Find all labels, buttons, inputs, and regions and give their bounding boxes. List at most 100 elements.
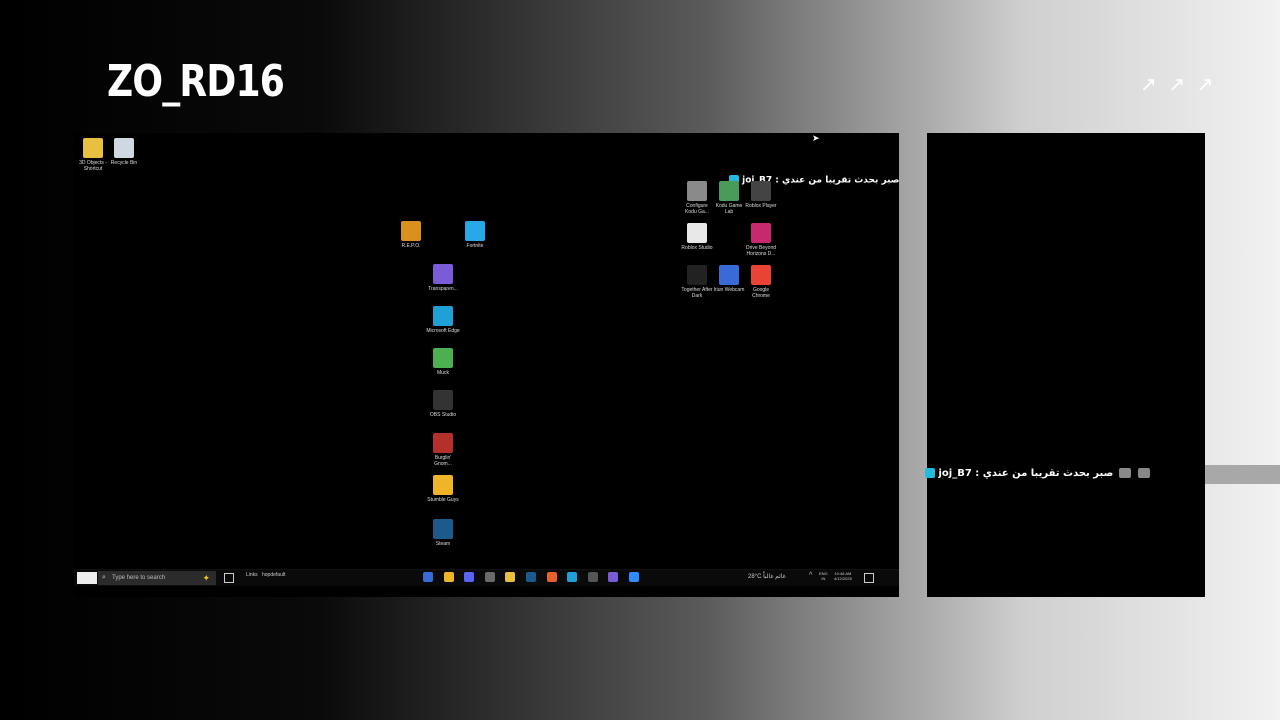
folder-icon [83,138,103,158]
desktop-shortcut[interactable]: Drive Beyond Horizons D... [744,223,778,257]
desktop-shortcut[interactable]: Roblox Player [744,181,778,209]
arrow-icon: ↗ [1140,74,1159,96]
shortcut-label: Transparen... [428,286,458,292]
kodu-game-lab-icon [719,181,739,201]
clock[interactable]: 10:48 AM 4/12/2025 [834,571,852,581]
transparent-chat-icon [433,264,453,284]
desktop-shortcut[interactable]: Recycle Bin [107,138,141,166]
desktop-shortcut[interactable]: Kodu Game Lab [712,181,746,215]
stumble-guys-icon [433,475,453,495]
steam-icon[interactable] [526,572,536,582]
chat-message: : صبر بحدث تقريبا من عندي [775,175,899,186]
brave-icon[interactable] [546,572,557,582]
hopdefault-item[interactable]: hopdefault [262,572,285,578]
arrow-icons: ↗ ↗ ↗ [1140,72,1217,97]
chat-panel-message: joj_B7 : صبر بحدث تقريبا من عندي [925,468,1152,479]
arrow-icon: ↗ [1168,74,1188,96]
search-icon: ⌕ [102,574,106,581]
shortcut-label: Fortnite [466,243,484,249]
muck-game-icon [433,348,453,368]
notification-icon[interactable] [864,573,874,583]
emote-icon [1138,468,1151,478]
shortcut-label: 3D Objects - Shortcut [79,160,107,172]
stream-title: ZO_RD16 [107,56,285,107]
desktop-shortcut[interactable]: Roblox Studio [680,223,714,251]
obs-icon [433,390,453,410]
chat-message: : صبر بحدث تقريبا من عندي [975,468,1114,479]
burglin-gnomes-icon [433,433,453,453]
shortcut-label: Recycle Bin [110,160,138,166]
roblox-player-icon [751,181,771,201]
drive-beyond-horizons-icon [751,223,771,243]
kodu-configure-icon [687,181,707,201]
shortcut-label: Muck [437,370,449,376]
mouse-cursor-icon: ➤ [812,133,820,143]
weather-widget[interactable]: 28°C غائم غالباً [748,573,786,580]
steam-icon [433,519,453,539]
roblox-studio-icon [687,223,707,243]
desktop-shortcut[interactable]: Iriun Webcam [712,265,746,293]
recycle-bin-icon [114,138,134,158]
shortcut-label: R.E.P.O. [401,243,421,249]
chat-badge-icon [925,468,935,478]
desktop-screen: joj_B7 : صبر بحدث تقريبا من عندي ⌕ Type … [74,133,899,597]
shortcut-label: Burglin' Gnom... [434,455,452,467]
chrome-icon [751,265,771,285]
chat-panel [927,133,1205,597]
desktop-shortcut[interactable]: OBS Studio [426,390,460,418]
shortcut-label: Steam [435,541,451,547]
sparkle-icon: ✦ [202,573,210,583]
links-toolbar[interactable]: Links [246,572,258,578]
app-icon-1[interactable] [423,572,433,582]
repo-game-icon [401,221,421,241]
desktop-shortcut[interactable]: 3D Objects - Shortcut [76,138,110,172]
desktop-shortcut[interactable]: Configure Kodu Ga... [680,181,714,215]
chrome-canary-icon[interactable] [443,572,454,582]
desktop-shortcut[interactable]: Transparen... [426,264,460,292]
desktop-shortcut[interactable]: Stumble Guys [426,475,460,503]
language-indicator[interactable]: ENG IN [819,571,828,581]
zoom-icon[interactable] [629,572,639,582]
desktop-shortcut[interactable]: Together After Dark [680,265,714,299]
chat-username: joj_B7 [938,468,972,479]
desktop-shortcut[interactable]: Google Chrome [744,265,778,299]
edge-icon[interactable] [567,572,578,582]
game-icon[interactable] [484,572,495,582]
desktop-shortcut[interactable]: Steam [426,519,460,547]
shortcut-label: Roblox Studio [681,245,713,251]
desktop-shortcut[interactable]: Fortnite [458,221,492,249]
search-placeholder: Type here to search [112,575,166,581]
epic-games-icon [687,265,707,285]
task-view-icon[interactable] [224,573,234,583]
clock-date: 4/12/2025 [834,576,852,581]
iriun-webcam-icon [719,265,739,285]
desktop-shortcut[interactable]: Muck [426,348,460,376]
chevron-up-icon[interactable]: ^ [809,572,812,579]
search-box[interactable]: ⌕ Type here to search ✦ [98,571,216,585]
fortnite-icon [465,221,485,241]
transparent-chat-icon[interactable] [608,572,619,582]
emote-icon [1118,468,1131,478]
shortcut-label: Google Chrome [752,287,770,299]
edge-icon [433,306,453,326]
region-code: IN [821,576,826,581]
desktop-shortcut[interactable]: Microsoft Edge [426,306,460,334]
shortcut-label: Microsoft Edge [426,328,460,334]
shortcut-label: Stumble Guys [427,497,459,503]
shortcut-label: Roblox Player [745,203,777,209]
obs-icon[interactable] [587,572,598,582]
file-explorer-icon[interactable] [505,572,516,582]
shortcut-label: Drive Beyond Horizons D... [745,245,776,257]
shortcut-label: Kodu Game Lab [715,203,743,215]
desktop-shortcut[interactable]: R.E.P.O. [394,221,428,249]
start-button[interactable] [77,572,97,584]
shortcut-label: OBS Studio [429,412,457,418]
shortcut-label: Configure Kodu Ga... [685,203,709,215]
taskbar: ⌕ Type here to search ✦ Links hopdefault… [74,569,899,586]
shortcut-label: Iriun Webcam [713,287,745,293]
arrow-icon: ↗ [1196,74,1216,96]
desktop-shortcut[interactable]: Burglin' Gnom... [426,433,460,467]
chat-highlight-stripe [1205,465,1280,484]
shortcut-label: Together After Dark [681,287,713,299]
discord-icon[interactable] [464,572,475,582]
